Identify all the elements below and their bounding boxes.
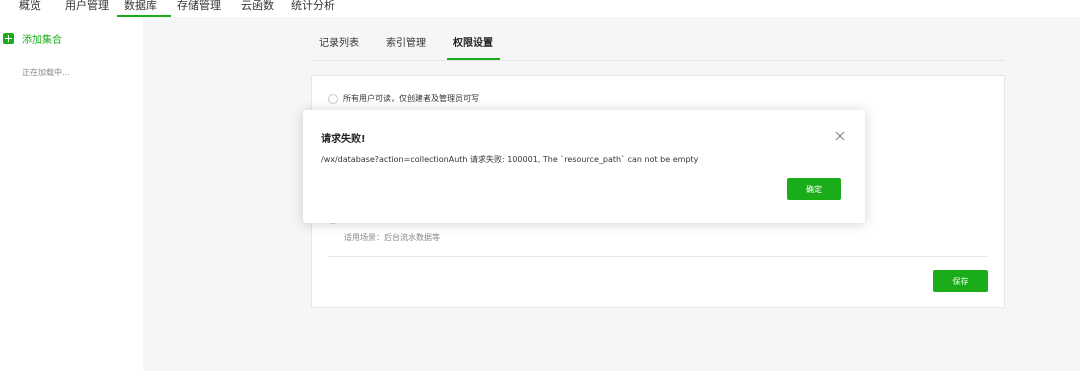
- nav-tab-overview[interactable]: 概览: [19, 0, 41, 14]
- sidebar: 添加集合 正在加载中...: [0, 17, 143, 371]
- error-dialog: 请求失败! /wx/database?action=collectionAuth…: [303, 110, 865, 223]
- add-collection-label: 添加集合: [22, 34, 62, 46]
- content-tabs: 记录列表 索引管理 权限设置: [311, 17, 1005, 61]
- loading-text: 正在加载中...: [22, 68, 70, 77]
- permission-option-label: 所有用户可读，仅创建者及管理员可写: [343, 94, 479, 103]
- tab-indexes[interactable]: 索引管理: [386, 34, 426, 49]
- plus-icon: [3, 32, 14, 44]
- tab-permissions[interactable]: 权限设置: [453, 34, 493, 49]
- permission-option-1[interactable]: 所有用户可读，仅创建者及管理员可写: [328, 93, 479, 104]
- dialog-message: /wx/database?action=collectionAuth 请求失败:…: [321, 155, 699, 164]
- nav-tab-storage[interactable]: 存储管理: [177, 0, 221, 14]
- tab-records[interactable]: 记录列表: [319, 34, 359, 49]
- nav-tab-cloud-functions[interactable]: 云函数: [241, 0, 274, 14]
- top-navigation: 概览 用户管理 数据库 存储管理 云函数 统计分析: [0, 0, 1080, 17]
- nav-tab-users[interactable]: 用户管理: [65, 0, 109, 14]
- radio-button[interactable]: [328, 93, 338, 104]
- divider: [328, 256, 988, 257]
- dialog-title: 请求失败!: [321, 134, 366, 145]
- confirm-button[interactable]: 确定: [787, 178, 841, 200]
- nav-tab-database[interactable]: 数据库: [124, 0, 157, 14]
- add-collection-button[interactable]: 添加集合: [3, 31, 62, 46]
- content-tab-indicator: [447, 58, 500, 60]
- scene-description: 适用场景：后台流水数据等: [344, 233, 440, 242]
- close-icon[interactable]: [833, 128, 847, 142]
- save-button[interactable]: 保存: [933, 270, 988, 292]
- nav-tab-statistics[interactable]: 统计分析: [291, 0, 335, 14]
